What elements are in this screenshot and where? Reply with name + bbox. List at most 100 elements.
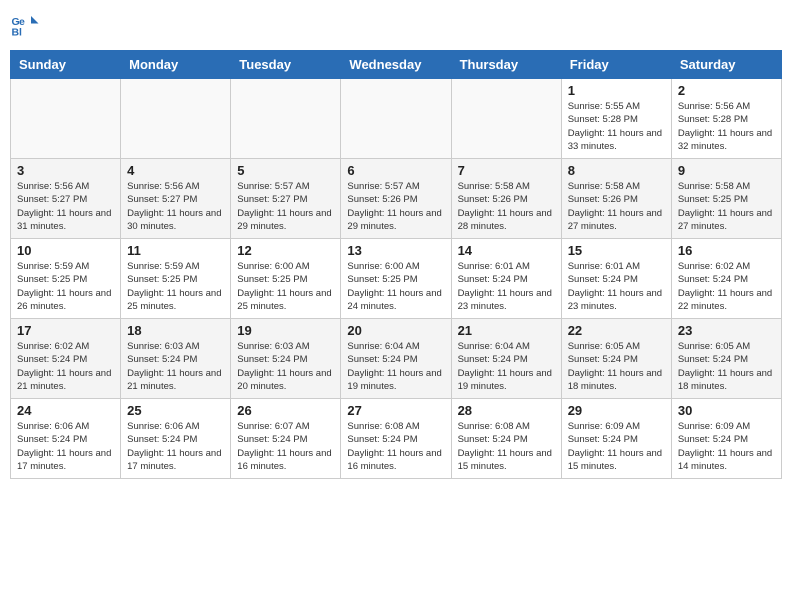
calendar-day: 26 Sunrise: 6:07 AM Sunset: 5:24 PM Dayli…: [231, 399, 341, 479]
calendar-day: 24 Sunrise: 6:06 AM Sunset: 5:24 PM Dayli…: [11, 399, 121, 479]
calendar-day: 6Sunrise: 5:57 AM Sunset: 5:26 PM Daylig…: [341, 159, 451, 239]
day-info: Sunrise: 6:01 AM Sunset: 5:24 PM Dayligh…: [568, 260, 665, 313]
calendar-empty: [451, 79, 561, 159]
day-number: 27: [347, 403, 444, 418]
day-number: 24: [17, 403, 114, 418]
day-info: Sunrise: 6:07 AM Sunset: 5:24 PM Dayligh…: [237, 420, 334, 473]
day-info: Sunrise: 6:03 AM Sunset: 5:24 PM Dayligh…: [127, 340, 224, 393]
calendar-day: 11 Sunrise: 5:59 AM Sunset: 5:25 PM Dayli…: [121, 239, 231, 319]
weekday-header: Wednesday: [341, 51, 451, 79]
day-info: Sunrise: 6:00 AM Sunset: 5:25 PM Dayligh…: [237, 260, 334, 313]
day-number: 26: [237, 403, 334, 418]
calendar-day: 17 Sunrise: 6:02 AM Sunset: 5:24 PM Dayli…: [11, 319, 121, 399]
calendar-day: 12 Sunrise: 6:00 AM Sunset: 5:25 PM Dayli…: [231, 239, 341, 319]
calendar-day: 1Sunrise: 5:55 AM Sunset: 5:28 PM Daylig…: [561, 79, 671, 159]
day-number: 28: [458, 403, 555, 418]
calendar-day: 21 Sunrise: 6:04 AM Sunset: 5:24 PM Dayli…: [451, 319, 561, 399]
calendar-day: 3 Sunrise: 5:56 AM Sunset: 5:27 PM Daylig…: [11, 159, 121, 239]
day-info: Sunrise: 5:59 AM Sunset: 5:25 PM Dayligh…: [127, 260, 224, 313]
day-info: Sunrise: 6:03 AM Sunset: 5:24 PM Dayligh…: [237, 340, 334, 393]
day-number: 16: [678, 243, 775, 258]
day-number: 17: [17, 323, 114, 338]
day-number: 2: [678, 83, 775, 98]
calendar-day: 2 Sunrise: 5:56 AM Sunset: 5:28 PM Daylig…: [671, 79, 781, 159]
day-number: 6: [347, 163, 444, 178]
page-header: G e B l: [10, 10, 782, 40]
calendar-day: 30 Sunrise: 6:09 AM Sunset: 5:24 PM Dayli…: [671, 399, 781, 479]
day-info: Sunrise: 6:09 AM Sunset: 5:24 PM Dayligh…: [678, 420, 775, 473]
day-info: Sunrise: 6:00 AM Sunset: 5:25 PM Dayligh…: [347, 260, 444, 313]
weekday-header: Saturday: [671, 51, 781, 79]
day-number: 9: [678, 163, 775, 178]
day-info: Sunrise: 5:56 AM Sunset: 5:27 PM Dayligh…: [17, 180, 114, 233]
weekday-header: Thursday: [451, 51, 561, 79]
weekday-header: Friday: [561, 51, 671, 79]
day-info: Sunrise: 5:58 AM Sunset: 5:26 PM Dayligh…: [568, 180, 665, 233]
svg-text:l: l: [19, 27, 22, 39]
day-info: Sunrise: 6:08 AM Sunset: 5:24 PM Dayligh…: [458, 420, 555, 473]
day-number: 19: [237, 323, 334, 338]
day-number: 14: [458, 243, 555, 258]
day-number: 3: [17, 163, 114, 178]
calendar-day: 22 Sunrise: 6:05 AM Sunset: 5:24 PM Dayli…: [561, 319, 671, 399]
day-number: 13: [347, 243, 444, 258]
day-number: 21: [458, 323, 555, 338]
calendar-day: 16 Sunrise: 6:02 AM Sunset: 5:24 PM Dayli…: [671, 239, 781, 319]
calendar-empty: [341, 79, 451, 159]
day-info: Sunrise: 6:04 AM Sunset: 5:24 PM Dayligh…: [458, 340, 555, 393]
calendar-day: 4 Sunrise: 5:56 AM Sunset: 5:27 PM Daylig…: [121, 159, 231, 239]
day-number: 7: [458, 163, 555, 178]
calendar-empty: [11, 79, 121, 159]
calendar-day: 20 Sunrise: 6:04 AM Sunset: 5:24 PM Dayli…: [341, 319, 451, 399]
day-info: Sunrise: 6:08 AM Sunset: 5:24 PM Dayligh…: [347, 420, 444, 473]
day-number: 10: [17, 243, 114, 258]
day-number: 20: [347, 323, 444, 338]
weekday-header: Sunday: [11, 51, 121, 79]
day-number: 1: [568, 83, 665, 98]
calendar-day: 19 Sunrise: 6:03 AM Sunset: 5:24 PM Dayli…: [231, 319, 341, 399]
day-info: Sunrise: 6:09 AM Sunset: 5:24 PM Dayligh…: [568, 420, 665, 473]
calendar-day: 5 Sunrise: 5:57 AM Sunset: 5:27 PM Daylig…: [231, 159, 341, 239]
calendar-day: 8Sunrise: 5:58 AM Sunset: 5:26 PM Daylig…: [561, 159, 671, 239]
day-info: Sunrise: 6:01 AM Sunset: 5:24 PM Dayligh…: [458, 260, 555, 313]
calendar-day: 7 Sunrise: 5:58 AM Sunset: 5:26 PM Daylig…: [451, 159, 561, 239]
logo: G e B l: [10, 10, 44, 40]
calendar-day: 23 Sunrise: 6:05 AM Sunset: 5:24 PM Dayli…: [671, 319, 781, 399]
weekday-header: Tuesday: [231, 51, 341, 79]
day-number: 12: [237, 243, 334, 258]
logo-icon: G e B l: [10, 10, 40, 40]
day-info: Sunrise: 5:56 AM Sunset: 5:28 PM Dayligh…: [678, 100, 775, 153]
weekday-header: Monday: [121, 51, 231, 79]
day-number: 11: [127, 243, 224, 258]
day-number: 22: [568, 323, 665, 338]
calendar-day: 29 Sunrise: 6:09 AM Sunset: 5:24 PM Dayli…: [561, 399, 671, 479]
day-info: Sunrise: 5:59 AM Sunset: 5:25 PM Dayligh…: [17, 260, 114, 313]
day-info: Sunrise: 5:58 AM Sunset: 5:26 PM Dayligh…: [458, 180, 555, 233]
day-info: Sunrise: 6:02 AM Sunset: 5:24 PM Dayligh…: [17, 340, 114, 393]
calendar-day: 15 Sunrise: 6:01 AM Sunset: 5:24 PM Dayli…: [561, 239, 671, 319]
calendar-day: 27 Sunrise: 6:08 AM Sunset: 5:24 PM Dayli…: [341, 399, 451, 479]
calendar-day: 10 Sunrise: 5:59 AM Sunset: 5:25 PM Dayli…: [11, 239, 121, 319]
calendar-day: 13 Sunrise: 6:00 AM Sunset: 5:25 PM Dayli…: [341, 239, 451, 319]
day-number: 5: [237, 163, 334, 178]
day-info: Sunrise: 6:02 AM Sunset: 5:24 PM Dayligh…: [678, 260, 775, 313]
calendar-empty: [121, 79, 231, 159]
day-info: Sunrise: 6:06 AM Sunset: 5:24 PM Dayligh…: [17, 420, 114, 473]
day-number: 29: [568, 403, 665, 418]
day-info: Sunrise: 6:05 AM Sunset: 5:24 PM Dayligh…: [678, 340, 775, 393]
day-number: 15: [568, 243, 665, 258]
day-info: Sunrise: 6:06 AM Sunset: 5:24 PM Dayligh…: [127, 420, 224, 473]
day-info: Sunrise: 5:57 AM Sunset: 5:27 PM Dayligh…: [237, 180, 334, 233]
day-number: 18: [127, 323, 224, 338]
day-info: Sunrise: 5:56 AM Sunset: 5:27 PM Dayligh…: [127, 180, 224, 233]
day-number: 4: [127, 163, 224, 178]
day-info: Sunrise: 6:05 AM Sunset: 5:24 PM Dayligh…: [568, 340, 665, 393]
day-number: 23: [678, 323, 775, 338]
calendar-day: 18 Sunrise: 6:03 AM Sunset: 5:24 PM Dayli…: [121, 319, 231, 399]
calendar-day: 25Sunrise: 6:06 AM Sunset: 5:24 PM Dayli…: [121, 399, 231, 479]
calendar-day: 14 Sunrise: 6:01 AM Sunset: 5:24 PM Dayli…: [451, 239, 561, 319]
day-number: 30: [678, 403, 775, 418]
day-info: Sunrise: 6:04 AM Sunset: 5:24 PM Dayligh…: [347, 340, 444, 393]
day-info: Sunrise: 5:58 AM Sunset: 5:25 PM Dayligh…: [678, 180, 775, 233]
calendar-day: 9 Sunrise: 5:58 AM Sunset: 5:25 PM Daylig…: [671, 159, 781, 239]
